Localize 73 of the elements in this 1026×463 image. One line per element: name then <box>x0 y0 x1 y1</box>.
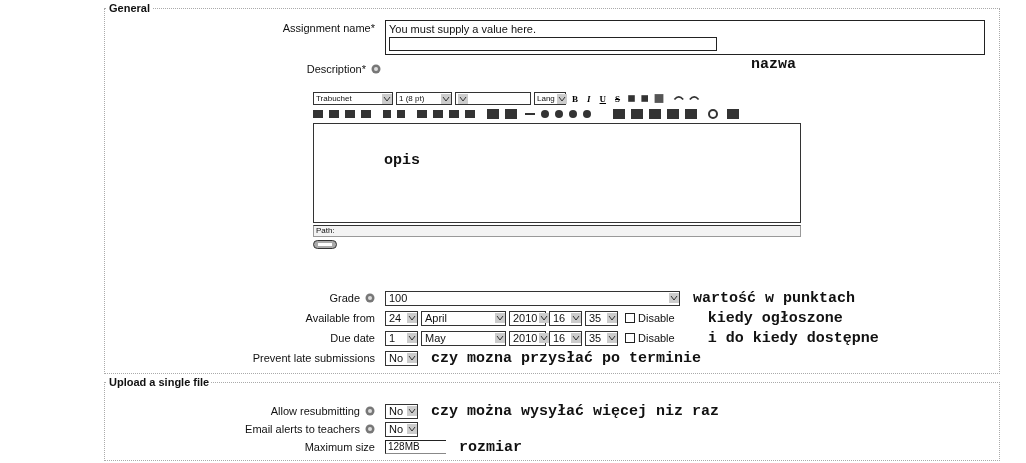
dropdown-arrow-icon <box>607 333 617 343</box>
format-button[interactable]: S <box>612 93 624 104</box>
field-label: Prevent late submissions <box>252 352 375 364</box>
field-label: Available from <box>305 312 375 324</box>
hour-select[interactable]: 16 <box>549 310 582 326</box>
field-label: Maximum size <box>304 441 375 453</box>
dropdown-arrow-icon <box>407 353 417 363</box>
dropdown-arrow-icon <box>669 293 679 303</box>
description-editor[interactable]: opis <box>313 123 801 223</box>
checkbox[interactable] <box>625 313 635 323</box>
checkbox-label: Disable <box>638 312 675 324</box>
editor-toggle-icon[interactable] <box>313 240 337 249</box>
checkbox-label: Disable <box>638 332 675 344</box>
note-text: czy mozna przysłać po terminie <box>431 349 702 367</box>
dropdown-arrow-icon <box>407 424 417 434</box>
dropdown-arrow-icon <box>407 406 417 416</box>
field-label: Grade <box>329 292 360 304</box>
select-field[interactable]: No <box>385 403 418 419</box>
minute-select[interactable]: 35 <box>585 330 618 346</box>
dropdown-arrow-icon <box>382 93 392 104</box>
style-select[interactable] <box>455 92 531 105</box>
note-text: kiedy ogłoszone <box>707 309 843 327</box>
section-legend: General <box>107 2 152 14</box>
help-icon[interactable] <box>365 424 375 434</box>
dropdown-arrow-icon <box>607 313 617 323</box>
section-legend: Upload a single file <box>107 376 212 388</box>
dropdown-arrow-icon <box>458 93 468 104</box>
dropdown-arrow-icon <box>441 93 451 104</box>
note-text: wartość w punktach <box>693 289 856 307</box>
help-icon[interactable] <box>365 293 375 303</box>
day-select[interactable]: 24 <box>385 310 418 326</box>
day-select[interactable]: 1 <box>385 330 418 346</box>
note-text: rozmiar <box>459 438 522 456</box>
field-label: Email alerts to teachers <box>245 423 360 435</box>
year-select[interactable]: 2010 <box>509 330 546 346</box>
language-select[interactable]: Lang <box>534 92 566 105</box>
size-input[interactable]: 128MB <box>385 440 446 454</box>
hour-select[interactable]: 16 <box>549 330 582 346</box>
note-text: i do kiedy dostępne <box>707 329 879 347</box>
dropdown-arrow-icon <box>571 333 581 343</box>
note-text: czy można wysyłać więcej niz raz <box>431 402 720 420</box>
dropdown-arrow-icon <box>539 333 550 343</box>
minute-select[interactable]: 35 <box>585 310 618 326</box>
dropdown-arrow-icon <box>495 313 505 323</box>
year-select[interactable]: 2010 <box>509 310 546 326</box>
format-button[interactable]: U <box>596 93 610 104</box>
checkbox[interactable] <box>625 333 635 343</box>
note-text: nazwa <box>751 56 796 73</box>
size-select[interactable]: 1 (8 pt) <box>396 92 452 105</box>
dropdown-arrow-icon <box>495 333 505 343</box>
month-select[interactable]: April <box>421 310 506 326</box>
month-select[interactable]: May <box>421 330 506 346</box>
dropdown-arrow-icon <box>407 333 417 343</box>
select-field[interactable]: 100 <box>385 290 680 306</box>
field-label: Assignment name* <box>282 22 375 34</box>
format-button[interactable]: I <box>584 93 594 104</box>
name-input[interactable] <box>389 37 717 51</box>
select-field[interactable]: No <box>385 421 418 437</box>
help-icon[interactable] <box>365 406 375 416</box>
select-field[interactable]: No <box>385 350 418 366</box>
help-icon[interactable] <box>371 64 381 74</box>
field-label: Allow resubmitting <box>270 405 360 417</box>
field-label: Description* <box>306 63 366 75</box>
dropdown-arrow-icon <box>556 93 567 104</box>
note-text: opis <box>384 152 420 169</box>
path-label: Path: <box>316 226 335 235</box>
font-select[interactable]: Trabuchet <box>313 92 393 105</box>
dropdown-arrow-icon <box>539 313 550 323</box>
dropdown-arrow-icon <box>571 313 581 323</box>
field-label: Due date <box>330 332 375 344</box>
dropdown-arrow-icon <box>407 313 417 323</box>
error-message: You must supply a value here. <box>389 23 537 35</box>
format-button[interactable]: B <box>569 93 581 104</box>
